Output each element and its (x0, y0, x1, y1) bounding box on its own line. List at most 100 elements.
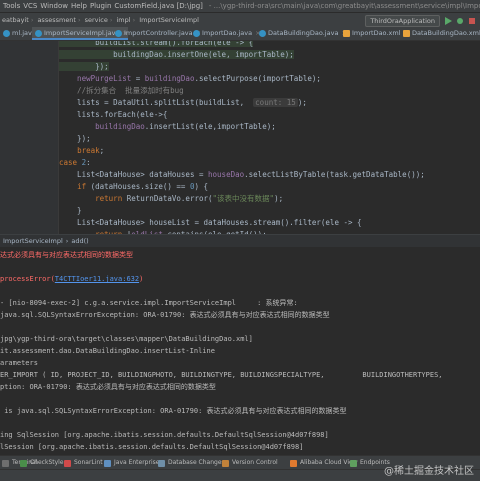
code-token: buildingDao (95, 122, 145, 131)
tool-window-label: Version Control (232, 459, 278, 466)
tab-label: ImportServiceImpl.java (44, 29, 120, 37)
code-line: List<DataHouse> dataHouses = houseDao.se… (59, 169, 425, 181)
editor-breadcrumb[interactable]: add() (71, 237, 88, 245)
tool-window-button[interactable]: SonarLint (64, 456, 103, 470)
code-token: .insertList(ele,importTable); (144, 122, 276, 131)
console-line: 达式必须具有与对应表达式相同的数据类型 (0, 251, 133, 259)
code-token: .selectPurpose(importTable); (194, 74, 321, 83)
menu-bar: Tools VCS Window Help Plugin CustomField.java… (0, 0, 480, 12)
code-token: case (59, 158, 82, 167)
code-line: if (dataHouses.size() == 0) { (59, 181, 208, 193)
code-line: buildingDao.insertList(ele,importTable); (59, 121, 276, 133)
code-token: }); (59, 62, 109, 71)
editor-tab[interactable]: ImportController.java× (112, 27, 201, 40)
console-line: it.assessment.dao.DataBuildingDao.insert… (0, 347, 215, 355)
console-line: processError(T4CTTIoer11.java:632) (0, 275, 144, 283)
code-token: ; (99, 146, 105, 155)
nav-crumb[interactable]: eatbayit (2, 16, 29, 24)
code-line: //拆分集合 批量添加时有bug (59, 85, 184, 97)
console-line: ER_IMPORT ( ID, PROJECT_ID, BUILDINGPHOT… (0, 371, 443, 379)
console-line: ption: ORA-01790: 表达式必须具有与对应表达式相同的数据类型 (0, 383, 216, 391)
code-line: }); (59, 61, 109, 73)
navigation-bar: eatbayit › assessment › service › impl › ImportS… (0, 12, 480, 27)
editor-tabs: ml.java×ImportServiceImpl.java×ImportCon… (0, 27, 480, 41)
run-configuration-selector[interactable]: ThirdOraApplication (365, 15, 440, 27)
code-token: houseDao (208, 170, 245, 179)
breadcrumb-separator: › (77, 16, 81, 24)
run-console[interactable]: 达式必须具有与对应表达式相同的数据类型 processError(T4CTTIoe… (0, 247, 480, 455)
stop-icon[interactable] (468, 16, 476, 24)
tool-window-button[interactable]: Alibaba Cloud View (290, 456, 358, 470)
editor-gutter[interactable] (0, 41, 59, 234)
console-line: arameters (0, 359, 38, 367)
code-line: newPurgeList = buildingDao.selectPurpose… (59, 73, 321, 85)
menu-item[interactable]: VCS (23, 2, 37, 10)
code-token: return (95, 194, 127, 203)
xml-file-icon (343, 30, 350, 37)
code-line: break; (59, 145, 104, 157)
console-line: java.sql.SQLSyntaxErrorException: ORA-01… (0, 311, 330, 319)
code-token: ); (297, 98, 307, 107)
tool-window-icon (290, 460, 297, 467)
code-token: buildingDao.insertOne(ele, importTable); (59, 50, 294, 59)
tool-window-button[interactable]: Java Enterprise (104, 456, 159, 470)
java-class-icon (3, 30, 10, 37)
code-token: List<DataHouse> dataHouses = (59, 170, 209, 179)
code-line: buildList.stream().forEach(ele -> { (59, 41, 254, 49)
nav-crumb[interactable]: impl (117, 16, 131, 24)
breadcrumb-separator: › (132, 16, 136, 24)
tool-window-icon (2, 460, 9, 467)
console-line: is java.sql.SQLSyntaxErrorException: ORA… (0, 407, 347, 415)
nav-crumb[interactable]: ImportServiceImpl (139, 16, 199, 24)
menu-item[interactable]: Help (71, 2, 87, 10)
code-token: } (59, 206, 82, 215)
editor-tab[interactable]: ImportDao.java × (190, 27, 261, 40)
java-class-icon (115, 30, 122, 37)
nav-crumb[interactable]: service (85, 16, 108, 24)
breadcrumb-separator: › (65, 237, 69, 245)
tool-window-icon (222, 460, 229, 467)
xml-file-icon (403, 30, 410, 37)
code-editor[interactable]: buildList.stream().forEach(ele -> { buil… (59, 41, 480, 234)
code-line: case 2: (59, 157, 91, 169)
stacktrace-link[interactable]: T4CTTIoer11.java:632 (55, 275, 139, 283)
code-token: lists.forEach(ele->{ (59, 110, 168, 119)
menu-item[interactable]: CustomField.java [D:\jpg] (114, 2, 203, 10)
tool-window-label: Alibaba Cloud View (300, 459, 358, 466)
code-token: buildList.stream().forEach(ele -> { (59, 41, 254, 47)
editor-tab[interactable]: ImportDao.xml× (340, 27, 409, 40)
menu-item[interactable]: Plugin (90, 2, 111, 10)
menu-item[interactable]: Window (40, 2, 68, 10)
debug-icon[interactable] (456, 16, 464, 24)
code-token: : (86, 158, 91, 167)
tab-label: ImportDao.xml (352, 29, 401, 37)
nav-crumb[interactable]: assessment (37, 16, 76, 24)
tool-window-label: Database Changes (168, 459, 225, 466)
code-token: if (77, 182, 91, 191)
code-token: ) { (194, 182, 209, 191)
tool-window-label: Java Enterprise (114, 459, 160, 466)
editor-breadcrumb[interactable]: ImportServiceImpl (3, 237, 63, 245)
editor-tab[interactable]: DataBuildingDao.xml× (400, 27, 480, 40)
menu-item[interactable]: Tools (3, 2, 20, 10)
code-token: break (77, 146, 100, 155)
code-token: //拆分集合 批量添加时有bug (59, 86, 184, 95)
code-line: }); (59, 133, 91, 145)
tab-label: ImportController.java (124, 29, 193, 37)
tool-window-button[interactable]: CheckStyle (20, 456, 64, 470)
tool-window-button[interactable]: Database Changes (158, 456, 225, 470)
tool-window-label: CheckStyle (30, 459, 64, 466)
editor-tab[interactable]: DataBuildingDao.java× (256, 27, 347, 40)
tool-window-button[interactable]: Version Control (222, 456, 278, 470)
code-line: lists = DataUtil.splitList(buildList, co… (59, 97, 307, 109)
run-icon[interactable] (444, 16, 452, 25)
code-token: "该表中没有数据" (212, 194, 275, 203)
code-token: buildingDao (144, 74, 195, 83)
tab-label: ImportDao.java (202, 29, 253, 37)
editor-breadcrumb-bar: ImportServiceImpl › add() (0, 234, 480, 248)
tab-label: DataBuildingDao.xml (412, 29, 480, 37)
